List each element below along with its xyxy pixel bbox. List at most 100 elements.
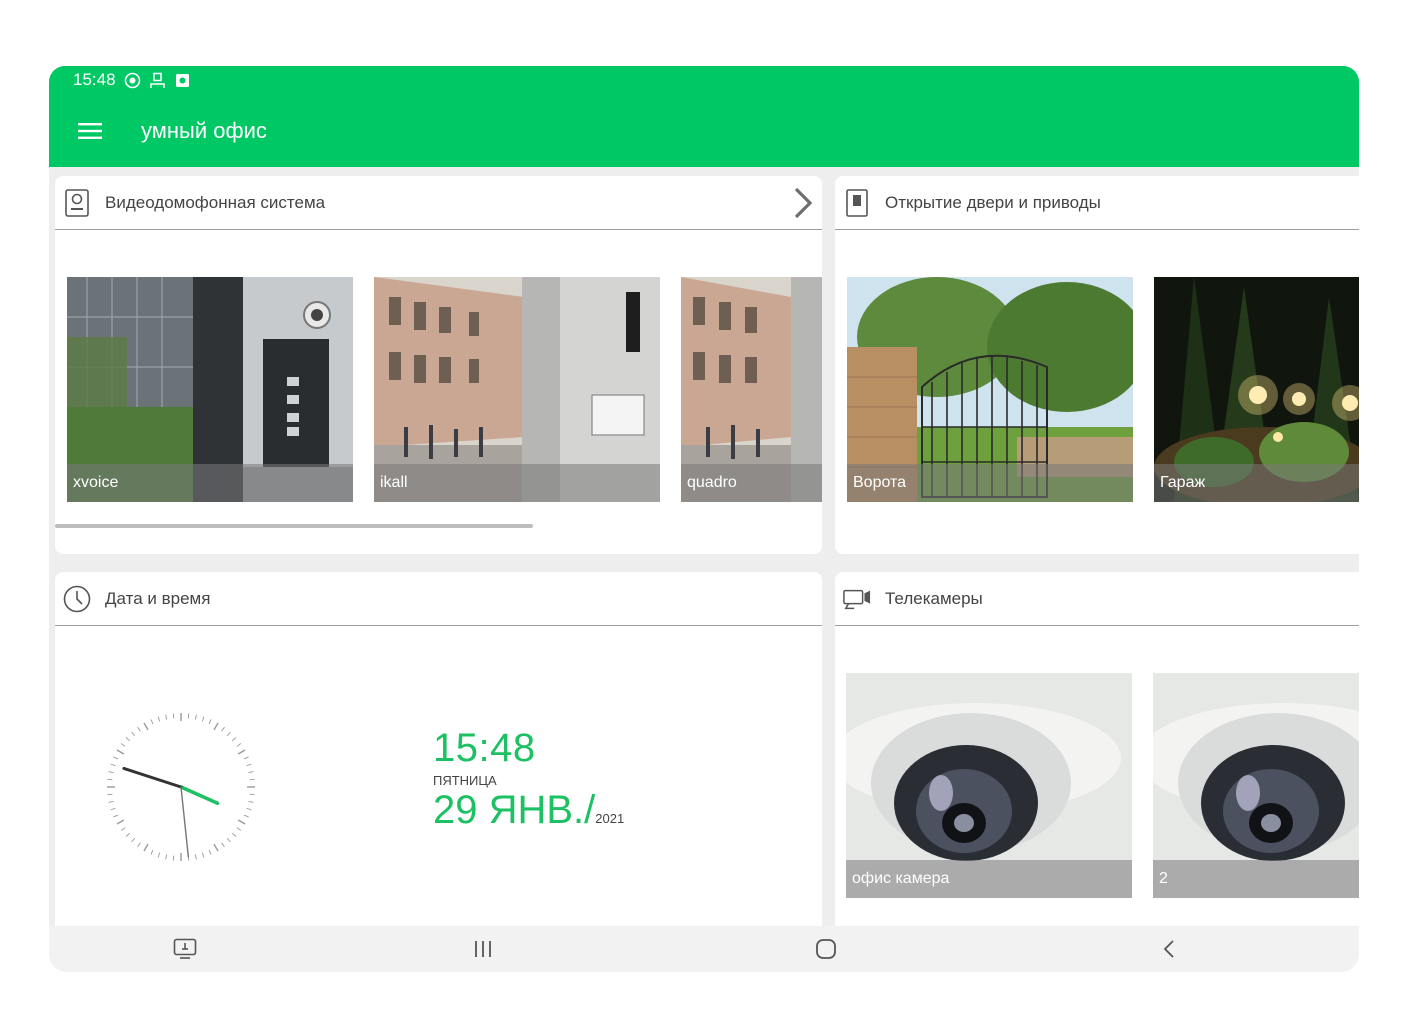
tile-label: офис камера <box>846 860 1132 898</box>
tile-label: ikall <box>374 464 660 502</box>
clock-tick <box>248 800 254 803</box>
tile-gate[interactable]: Ворота <box>847 277 1133 502</box>
clock-tick <box>226 731 231 737</box>
tile-xvoice[interactable]: xvoice <box>67 277 353 502</box>
clock-tick <box>208 849 212 855</box>
status-app-icon <box>124 72 140 88</box>
tile-label: xvoice <box>67 464 353 502</box>
tile-label: Гараж <box>1154 464 1359 502</box>
tile-quadro[interactable]: quadro <box>681 277 822 502</box>
system-nav-bar <box>49 926 1359 972</box>
clock-tick <box>143 843 149 852</box>
clock-tick <box>108 771 114 774</box>
clock-tick <box>237 749 246 755</box>
clock-tick <box>113 756 119 760</box>
card-intercom-header[interactable]: Видеодомофонная система <box>55 176 822 230</box>
home-button[interactable] <box>786 926 866 972</box>
clock-tick <box>201 852 205 858</box>
recent-apps-button[interactable] <box>443 926 523 972</box>
clock-tick <box>231 737 237 742</box>
screen-share-icon <box>173 938 197 959</box>
clock-tick <box>116 749 125 755</box>
clock-tick <box>226 837 231 843</box>
status-time: 15:48 <box>73 70 116 89</box>
back-button[interactable] <box>1129 926 1209 972</box>
horizontal-scroll-indicator[interactable] <box>55 524 533 528</box>
clock-tick <box>194 714 197 720</box>
clock-tick <box>120 743 126 747</box>
clock-second-hand <box>180 786 190 858</box>
clock-tick <box>213 722 219 731</box>
clock-tick <box>131 731 136 737</box>
clock-tick <box>150 719 154 725</box>
clock-tick <box>125 737 131 742</box>
clock-tick <box>157 716 161 722</box>
clock-tick <box>157 852 161 858</box>
tile-camera-office[interactable]: офис камера <box>846 673 1132 898</box>
clock-tick <box>107 778 113 781</box>
clock-tick <box>201 716 205 722</box>
screen-share-button[interactable] <box>145 926 225 972</box>
card-doors-title: Открытие двери и приводы <box>885 192 1101 212</box>
tile-label: 2 <box>1153 860 1359 898</box>
clock-tick <box>249 793 255 796</box>
tile-garage[interactable]: Гараж <box>1154 277 1359 502</box>
tile-label: Ворота <box>847 464 1133 502</box>
hamburger-icon <box>78 122 102 139</box>
clock-icon <box>63 585 91 612</box>
clock-tick <box>236 743 242 747</box>
clock-tick <box>137 842 141 848</box>
tile-camera-2[interactable]: 2 <box>1153 673 1359 898</box>
digital-clock: 15:48 ПЯТНИЦА 29 ЯНВ./2021 <box>433 726 624 833</box>
clock-tick <box>246 763 252 767</box>
clock-tick <box>116 819 125 825</box>
clock-tick <box>243 756 249 760</box>
card-intercom-title: Видеодомофонная система <box>105 192 326 212</box>
status-user-icon <box>149 72 165 88</box>
menu-button[interactable] <box>49 94 131 167</box>
card-datetime: Дата и время 15:48 ПЯТНИЦА 29 ЯНВ./2021 <box>55 572 822 972</box>
card-cameras: Телекамеры офис камера 2 <box>835 572 1359 972</box>
clock-tick <box>249 778 255 781</box>
clock-tick <box>187 713 190 719</box>
clock-tick <box>246 807 252 811</box>
card-doors: Открытие двери и приводы Ворота Гараж <box>835 176 1359 554</box>
clock-tick <box>231 832 237 837</box>
tile-ikall[interactable]: ikall <box>374 277 660 502</box>
home-icon <box>816 939 836 959</box>
card-cameras-header[interactable]: Телекамеры <box>835 572 1359 626</box>
clock-tick <box>221 726 225 732</box>
tile-label: quadro <box>681 464 822 502</box>
weekday: ПЯТНИЦА <box>433 773 497 788</box>
clock-tick <box>131 837 136 843</box>
card-intercom: Видеодомофонная система xvoice ikall qua… <box>55 176 822 554</box>
app-title: умный офис <box>141 117 267 143</box>
card-cameras-title: Телекамеры <box>885 588 983 608</box>
card-doors-header[interactable]: Открытие двери и приводы <box>835 176 1359 230</box>
clock-tick <box>150 849 154 855</box>
clock-tick <box>248 771 254 774</box>
device-screen: 15:48 умный офис Видеодомофонная система <box>49 66 1359 972</box>
clock-tick <box>208 719 212 725</box>
card-datetime-header[interactable]: Дата и время <box>55 572 822 626</box>
clock-tick <box>172 855 175 861</box>
clock-tick <box>221 842 225 848</box>
clock-tick <box>110 763 116 767</box>
clock-tick <box>237 819 246 825</box>
app-bar: умный офис <box>49 94 1359 167</box>
clock-hour-hand <box>179 785 220 806</box>
clock-tick <box>110 807 116 811</box>
analog-clock <box>107 713 255 861</box>
clock-minute-hand <box>122 766 183 789</box>
recent-apps-icon <box>475 941 491 957</box>
date: 29 ЯНВ./ <box>433 788 596 832</box>
clock-tick <box>165 854 168 860</box>
digital-time: 15:48 <box>433 726 536 770</box>
clock-tick <box>194 854 197 860</box>
clock-tick <box>108 800 114 803</box>
status-photo-icon <box>175 73 189 87</box>
clock-tick <box>213 843 219 852</box>
status-bar: 15:48 <box>49 66 1359 94</box>
door-icon <box>846 188 868 217</box>
chevron-right-icon[interactable] <box>790 186 816 220</box>
